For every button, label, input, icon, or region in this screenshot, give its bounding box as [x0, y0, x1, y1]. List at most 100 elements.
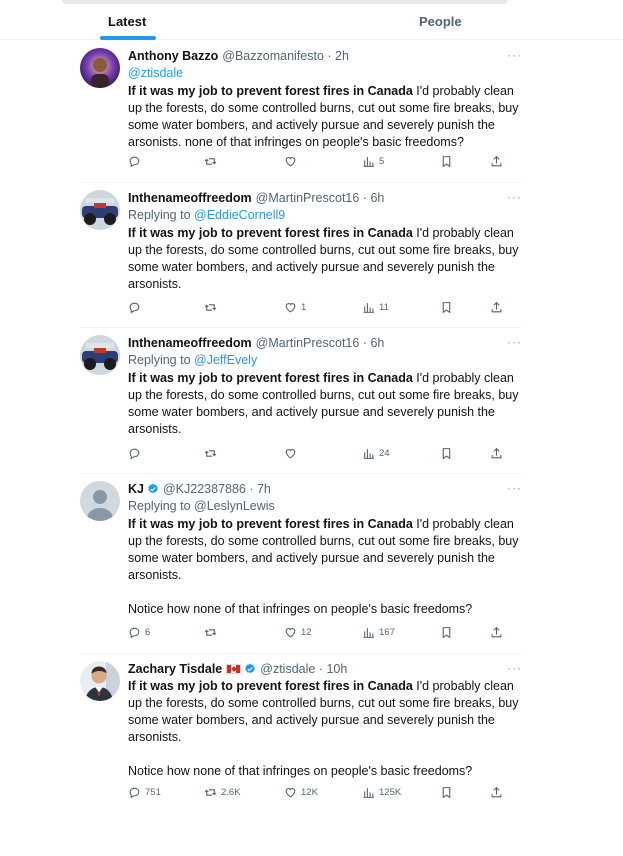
replying-to[interactable]: Replying to @LeslynLewis — [128, 498, 522, 515]
views-chart-icon — [363, 303, 374, 313]
reply-icon — [129, 448, 140, 460]
views-button[interactable]: 167 — [362, 626, 395, 639]
retweet-button[interactable] — [204, 447, 221, 460]
more-horizontal-icon[interactable]: ··· — [507, 48, 522, 62]
author-name[interactable]: Zachary Tisdale — [128, 661, 222, 677]
tweet-text-bold: If it was my job to prevent forest fires… — [128, 84, 413, 98]
reply-button[interactable]: 751 — [128, 786, 161, 799]
bookmark-icon — [442, 627, 451, 639]
tab-latest[interactable]: Latest — [108, 14, 146, 29]
tweet-text: If it was my job to prevent forest fires… — [128, 370, 522, 438]
author-handle[interactable]: @ztisdale · 10h — [260, 661, 347, 677]
tweet[interactable]: Inthenameoffreedom @MartinPrescot16 · 6h… — [80, 335, 522, 465]
views-button[interactable]: 24 — [362, 447, 390, 460]
share-button[interactable] — [490, 626, 503, 639]
mention-link[interactable]: @ztisdale — [128, 65, 522, 82]
tweet-text: If it was my job to prevent forest fires… — [128, 83, 522, 151]
retweet-button[interactable] — [204, 155, 221, 168]
bookmark-button[interactable] — [440, 626, 453, 639]
avatar[interactable] — [80, 48, 120, 88]
share-button[interactable] — [490, 447, 503, 460]
retweet-icon — [204, 304, 217, 311]
like-button[interactable]: 1 — [284, 301, 306, 314]
more-horizontal-icon[interactable]: ··· — [507, 481, 522, 495]
reply-button[interactable] — [128, 155, 145, 168]
author-handle[interactable]: @MartinPrescot16 · 6h — [256, 335, 385, 351]
bookmark-button[interactable] — [440, 155, 453, 168]
views-chart-icon — [363, 157, 374, 167]
verified-badge-icon — [148, 483, 158, 494]
replying-to: Replying to @EddieCornell9 — [128, 208, 286, 222]
like-button[interactable]: 12 — [284, 626, 312, 639]
heart-icon — [285, 449, 296, 459]
tweet-text: If it was my job to prevent forest fires… — [128, 516, 522, 618]
tab-bar: Latest People — [0, 0, 623, 40]
avatar[interactable] — [80, 190, 120, 230]
replying-to: Replying to @JeffEvely — [128, 353, 258, 367]
retweet-button[interactable] — [204, 301, 221, 314]
author-handle[interactable]: @KJ22387886 · 7h — [163, 481, 271, 497]
divider — [80, 182, 522, 183]
share-button[interactable] — [490, 155, 503, 168]
mention-link[interactable]: @JeffEvely — [194, 353, 257, 367]
bookmark-button[interactable] — [440, 301, 453, 314]
share-button[interactable] — [490, 301, 503, 314]
mention-link[interactable]: @EddieCornell9 — [194, 208, 285, 222]
action-bar: 24 — [128, 447, 508, 463]
tweet-text-bold: If it was my job to prevent forest fires… — [128, 226, 413, 240]
heart-icon — [285, 157, 296, 167]
tweet-text-bold: If it was my job to prevent forest fires… — [128, 517, 413, 531]
canada-flag-icon — [226, 664, 242, 674]
views-button[interactable]: 11 — [362, 301, 389, 314]
reply-icon — [129, 302, 140, 314]
author-name[interactable]: Inthenameoffreedom — [128, 335, 252, 351]
bookmark-icon — [442, 448, 451, 460]
bookmark-icon — [442, 156, 451, 168]
views-chart-icon — [363, 449, 374, 459]
reply-button[interactable]: 6 — [128, 626, 150, 639]
like-button[interactable] — [284, 155, 301, 168]
views-chart-icon — [363, 628, 374, 638]
author-name[interactable]: Anthony Bazzo — [128, 48, 218, 64]
more-horizontal-icon[interactable]: ··· — [507, 661, 522, 675]
avatar-default[interactable] — [80, 481, 120, 521]
tab-people[interactable]: People — [419, 14, 462, 29]
author-handle[interactable]: @Bazzomanifesto · 2h — [222, 48, 349, 64]
retweet-button[interactable] — [204, 626, 221, 639]
bookmark-button[interactable] — [440, 786, 453, 799]
heart-icon — [285, 628, 296, 638]
author-name[interactable]: Inthenameoffreedom — [128, 190, 252, 206]
tweet-text: If it was my job to prevent forest fires… — [128, 678, 522, 780]
verified-badge-icon — [245, 663, 256, 674]
author-handle[interactable]: @MartinPrescot16 · 6h — [256, 190, 385, 206]
reply-button[interactable] — [128, 301, 145, 314]
views-chart-icon — [363, 788, 374, 798]
more-horizontal-icon[interactable]: ··· — [507, 190, 522, 204]
author-name[interactable]: KJ — [128, 481, 144, 497]
retweet-button[interactable]: 2.6K — [204, 786, 241, 799]
tweet-text-bold: If it was my job to prevent forest fires… — [128, 371, 413, 385]
reply-button[interactable] — [128, 447, 145, 460]
reply-icon — [129, 156, 140, 168]
share-button[interactable] — [490, 786, 503, 799]
tweet-text-bold: If it was my job to prevent forest fires… — [128, 679, 413, 693]
action-bar: 6 12 167 — [128, 626, 508, 642]
avatar[interactable] — [80, 661, 120, 701]
reply-icon — [129, 787, 140, 799]
like-button[interactable] — [284, 447, 301, 460]
views-button[interactable]: 5 — [362, 155, 384, 168]
action-bar: 1 11 — [128, 301, 508, 317]
tweet[interactable]: KJ @KJ22387886 · 7h ··· Replying to @Les… — [80, 481, 522, 631]
bookmark-button[interactable] — [440, 447, 453, 460]
share-icon — [491, 447, 502, 459]
like-button[interactable]: 12K — [284, 786, 318, 799]
retweet-icon — [204, 158, 217, 165]
views-button[interactable]: 125K — [362, 786, 401, 799]
heart-icon — [285, 303, 296, 313]
retweet-icon — [204, 789, 217, 796]
tweet-text: If it was my job to prevent forest fires… — [128, 225, 522, 293]
more-horizontal-icon[interactable]: ··· — [507, 335, 522, 349]
bookmark-icon — [442, 787, 451, 799]
share-icon — [491, 155, 502, 167]
avatar[interactable] — [80, 335, 120, 375]
